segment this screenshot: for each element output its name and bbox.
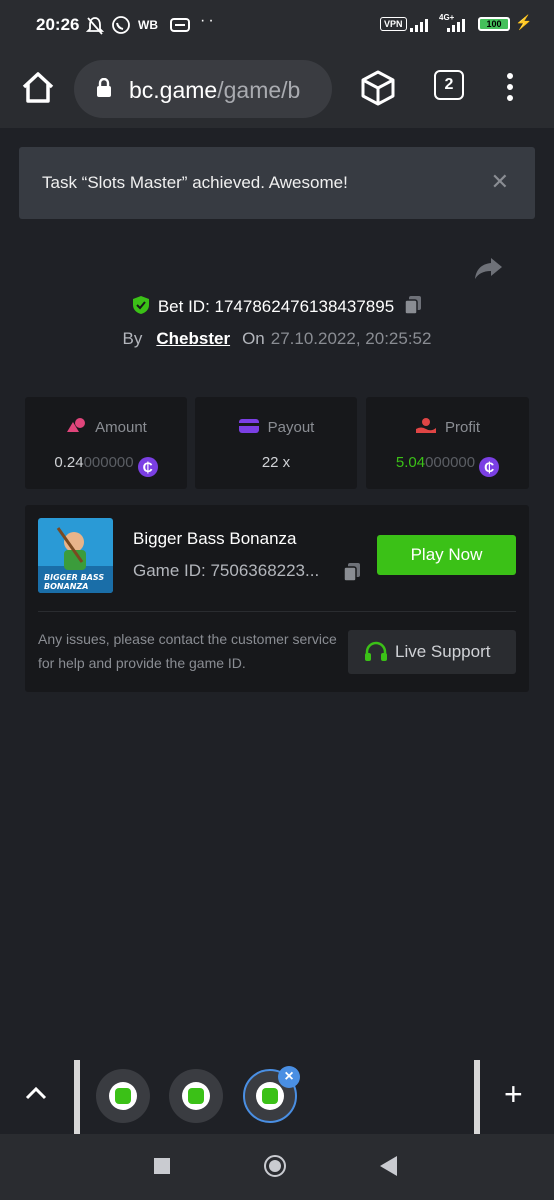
verified-shield-icon <box>132 296 149 314</box>
profit-card: Profit 5.04000000 ₵ <box>366 397 529 489</box>
overflow-dots: ·· <box>200 12 217 29</box>
tab-count-button[interactable]: 2 <box>434 70 464 100</box>
game-id: Game ID: 7506368223... <box>133 561 320 580</box>
game-panel: BIGGER BASS BONANZA Bigger Bass Bonanza … <box>25 505 529 692</box>
amount-icon <box>67 418 86 432</box>
vpn-badge: VPN <box>380 17 407 31</box>
thumb-title-2: BONANZA <box>44 582 88 591</box>
amount-label: Amount <box>95 419 147 436</box>
live-support-button[interactable]: Live Support <box>348 630 516 674</box>
tab-thumbnail-2[interactable] <box>169 1069 223 1123</box>
bc-logo-icon <box>256 1082 284 1110</box>
support-hint: Any issues, please contact the customer … <box>38 631 337 671</box>
system-nav-bar <box>0 1134 554 1200</box>
tab-switcher: × + <box>0 1052 554 1134</box>
clock: 20:26 <box>36 15 80 34</box>
browser-menu-button[interactable] <box>500 70 520 106</box>
play-now-button[interactable]: Play Now <box>377 535 516 575</box>
chevron-up-icon[interactable] <box>24 1086 48 1100</box>
bc-logo-icon <box>182 1082 210 1110</box>
signal-icon <box>410 19 428 32</box>
amount-value: 0.24000000 ₵ <box>25 454 187 477</box>
on-label: On <box>242 329 265 348</box>
profit-value: 5.04000000 ₵ <box>366 454 529 477</box>
share-icon[interactable] <box>474 255 504 281</box>
bet-id: Bet ID: 1747862476138437895 <box>157 297 395 316</box>
profit-label: Profit <box>444 419 480 436</box>
lock-icon <box>97 78 111 97</box>
thumb-title-1: BIGGER BASS <box>44 573 104 582</box>
close-tab-icon[interactable]: × <box>278 1066 300 1088</box>
game-name[interactable]: Bigger Bass Bonanza <box>133 529 297 549</box>
tab-edge-right <box>474 1060 480 1134</box>
achievement-toast: Task “Slots Master” achieved. Awesome! ✕ <box>19 147 535 219</box>
bc-logo-icon <box>109 1082 137 1110</box>
browser-toolbar: bc.game/game/b 2 <box>0 52 554 128</box>
status-bar: 20:26 WB ·· VPN 4G+ 100 ⚡ <box>0 0 554 52</box>
url-text: bc.game/game/b <box>129 77 301 103</box>
amount-card: Amount 0.24000000 ₵ <box>25 397 187 489</box>
tab-edge-left <box>74 1060 80 1134</box>
by-label: By <box>122 329 143 348</box>
payout-value: 22 x <box>261 454 291 471</box>
new-tab-button[interactable]: + <box>504 1078 523 1110</box>
address-bar[interactable]: bc.game/game/b <box>74 60 332 118</box>
divider <box>38 611 516 612</box>
payout-card: Payout 22 x <box>195 397 357 489</box>
cube-icon[interactable] <box>358 68 398 108</box>
username-link[interactable]: Chebster <box>156 329 230 348</box>
bet-byline: By Chebster On 27.10.2022, 20:25:52 <box>0 329 554 349</box>
back-icon[interactable] <box>380 1156 397 1176</box>
profit-icon <box>415 418 436 433</box>
signal-icon-2 <box>447 19 465 32</box>
battery-icon: 100 <box>478 17 510 31</box>
coin-icon: ₵ <box>137 457 158 477</box>
game-thumbnail[interactable]: BIGGER BASS BONANZA <box>38 518 113 593</box>
coin-icon: ₵ <box>479 457 500 477</box>
charging-icon: ⚡ <box>515 14 533 30</box>
home-nav-icon[interactable] <box>264 1155 286 1177</box>
carrier-tag: WB <box>138 18 158 32</box>
live-support-label: Live Support <box>395 642 491 661</box>
bet-id-row: Bet ID: 1747862476138437895 <box>0 295 554 317</box>
tab-thumbnail-1[interactable] <box>96 1069 150 1123</box>
copy-icon[interactable] <box>404 295 422 315</box>
payout-label: Payout <box>267 419 315 436</box>
headset-icon <box>365 641 387 661</box>
payout-card-icon <box>238 419 259 433</box>
toast-message: Task “Slots Master” achieved. Awesome! <box>42 173 348 192</box>
bet-datetime: 27.10.2022, 20:25:52 <box>270 329 432 348</box>
copy-icon[interactable] <box>343 562 361 582</box>
close-icon[interactable]: ✕ <box>491 169 509 195</box>
recents-icon[interactable] <box>154 1158 170 1174</box>
whatsapp-icon <box>112 16 130 34</box>
silent-bell-icon <box>86 17 104 35</box>
home-icon[interactable] <box>18 68 58 108</box>
app-notification-icon <box>170 18 190 32</box>
